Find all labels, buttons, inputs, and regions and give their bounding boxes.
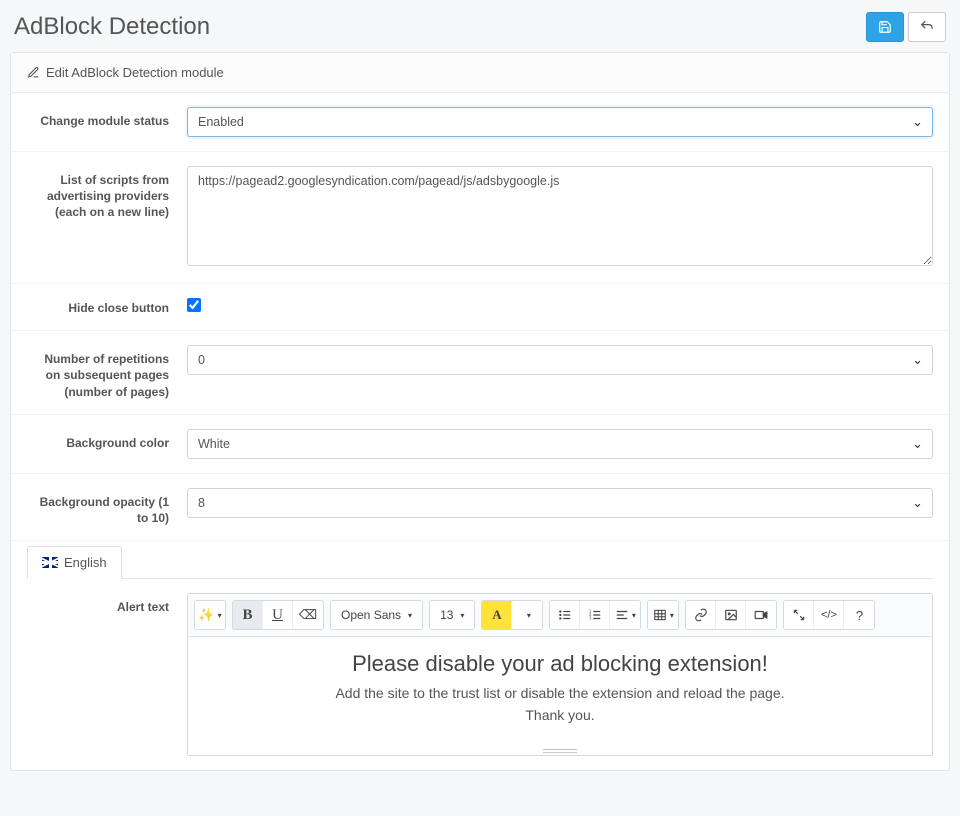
label-alert-text: Alert text xyxy=(27,593,187,755)
link-button[interactable] xyxy=(686,601,716,629)
underline-button[interactable]: U xyxy=(263,601,293,629)
tab-english-label: English xyxy=(64,555,107,570)
table-icon xyxy=(653,608,667,622)
bg-color-select[interactable]: White xyxy=(187,429,933,459)
bg-opacity-select[interactable]: 8 xyxy=(187,488,933,518)
editor-toolbar: ✨▾ B U ⌫ Open Sans▾ 13▾ xyxy=(188,594,932,637)
font-size-select[interactable]: 13▾ xyxy=(430,601,474,629)
alert-line2: Thank you. xyxy=(208,705,912,727)
fullscreen-button[interactable] xyxy=(784,601,814,629)
expand-icon xyxy=(792,608,806,622)
label-hide-close: Hide close button xyxy=(27,298,187,316)
font-family-label: Open Sans xyxy=(341,608,401,622)
settings-panel: Edit AdBlock Detection module Change mod… xyxy=(10,52,950,771)
panel-heading: Edit AdBlock Detection module xyxy=(11,53,949,93)
language-tabs: English xyxy=(11,545,949,578)
image-icon xyxy=(724,608,738,622)
panel-heading-text: Edit AdBlock Detection module xyxy=(46,65,224,80)
link-icon xyxy=(694,608,708,622)
scripts-textarea[interactable] xyxy=(187,166,933,266)
video-button[interactable] xyxy=(746,601,776,629)
code-icon: </> xyxy=(821,609,837,621)
editor-content[interactable]: Please disable your ad blocking extensio… xyxy=(188,637,932,754)
alert-heading: Please disable your ad blocking extensio… xyxy=(208,651,912,677)
question-icon: ? xyxy=(856,608,863,623)
repetitions-select[interactable]: 0 xyxy=(187,345,933,375)
font-size-label: 13 xyxy=(440,608,453,622)
header-actions xyxy=(866,12,946,42)
video-icon xyxy=(754,608,768,622)
save-button[interactable] xyxy=(866,12,904,42)
page-title: AdBlock Detection xyxy=(14,13,210,41)
back-button[interactable] xyxy=(908,12,946,42)
save-icon xyxy=(878,20,892,34)
magic-button[interactable]: ✨▾ xyxy=(195,601,225,629)
undo-arrow-icon xyxy=(920,20,934,34)
rich-text-editor: ✨▾ B U ⌫ Open Sans▾ 13▾ xyxy=(187,593,933,755)
text-color-button[interactable]: A xyxy=(482,601,512,629)
label-status: Change module status xyxy=(27,107,187,137)
ul-icon xyxy=(558,608,572,622)
tab-english[interactable]: English xyxy=(27,546,122,579)
align-button[interactable]: ▾ xyxy=(610,601,640,629)
table-button[interactable]: ▾ xyxy=(648,601,678,629)
pencil-icon xyxy=(27,66,40,79)
label-bg-opacity: Background opacity (1 to 10) xyxy=(27,488,187,526)
eraser-button[interactable]: ⌫ xyxy=(293,601,323,629)
label-repetitions: Number of repetitions on subsequent page… xyxy=(27,345,187,400)
label-scripts: List of scripts from advertising provide… xyxy=(27,166,187,269)
align-icon xyxy=(615,608,629,622)
hide-close-checkbox[interactable] xyxy=(187,298,201,312)
wand-icon: ✨ xyxy=(198,607,214,623)
bold-button[interactable]: B xyxy=(233,601,263,629)
flag-uk-icon xyxy=(42,557,58,568)
image-button[interactable] xyxy=(716,601,746,629)
code-view-button[interactable]: </> xyxy=(814,601,844,629)
resize-grip[interactable] xyxy=(543,749,577,753)
ordered-list-button[interactable]: 123 xyxy=(580,601,610,629)
label-bg-color: Background color xyxy=(27,429,187,459)
ol-icon: 123 xyxy=(588,608,602,622)
svg-text:3: 3 xyxy=(589,616,592,621)
unordered-list-button[interactable] xyxy=(550,601,580,629)
text-color-dropdown[interactable]: ▾ xyxy=(512,601,542,629)
eraser-icon: ⌫ xyxy=(299,607,317,623)
alert-line1: Add the site to the trust list or disabl… xyxy=(208,683,912,705)
status-select[interactable]: Enabled xyxy=(187,107,933,137)
help-button[interactable]: ? xyxy=(844,601,874,629)
font-family-select[interactable]: Open Sans▾ xyxy=(331,601,422,629)
